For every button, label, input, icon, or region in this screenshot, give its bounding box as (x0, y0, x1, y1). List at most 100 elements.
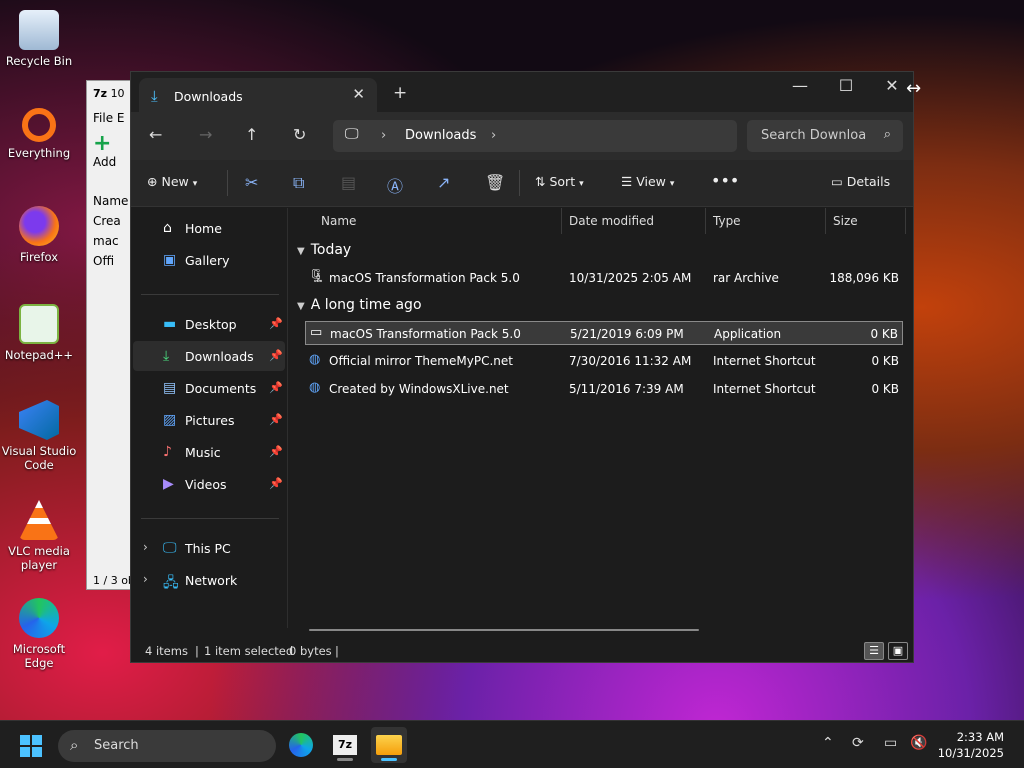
chevron-down-icon: ▼ (297, 301, 305, 312)
desktop-icon-firefox[interactable]: Firefox (1, 206, 77, 264)
rename-icon[interactable]: Ⓐ (387, 173, 403, 197)
forward-arrow-icon[interactable]: → (199, 125, 212, 144)
table-row[interactable]: ◍ Created by WindowsXLive.net 5/11/2016 … (305, 377, 903, 401)
resize-cursor-icon: ↔ (906, 78, 922, 99)
sidebar-item-desktop[interactable]: ▬ Desktop 📌 (133, 309, 285, 339)
desktop-icon-vlc[interactable]: VLC media player (1, 500, 77, 572)
more-options-icon[interactable]: ••• (711, 171, 739, 190)
back-arrow-icon[interactable]: ← (149, 125, 162, 144)
desktop-icon-recycle-bin[interactable]: Recycle Bin (1, 10, 77, 68)
tab-downloads[interactable]: ⤓ Downloads ✕ (139, 78, 377, 112)
taskbar-search[interactable]: ⌕ Search (58, 730, 276, 762)
desktop-icon-label: Visual Studio Code (1, 444, 77, 472)
new-tab-button[interactable]: + (393, 83, 407, 103)
pin-icon[interactable]: 📌 (269, 381, 283, 394)
column-header-size[interactable]: Size (833, 214, 858, 228)
horizontal-scrollbar[interactable] (309, 629, 699, 631)
this-pc-icon: 🖵 (163, 540, 177, 556)
table-row[interactable]: ◍ Official mirror ThemeMyPC.net 7/30/201… (305, 349, 903, 373)
start-button[interactable] (20, 735, 42, 757)
taskbar-7zip[interactable]: 7z (327, 727, 363, 763)
breadcrumb[interactable]: 🖵 › Downloads › (333, 120, 737, 152)
clock-date: 10/31/2025 (937, 746, 1004, 760)
table-row[interactable]: 🗜 macOS Transformation Pack 5.0 10/31/20… (305, 266, 903, 290)
cut-icon[interactable]: ✂ (245, 173, 258, 192)
group-header-today[interactable]: ▼ Today (297, 242, 351, 258)
desktop-icon-label: Everything (7, 146, 71, 160)
column-header-type[interactable]: Type (713, 214, 741, 228)
taskbar-file-explorer[interactable] (371, 727, 407, 763)
music-icon: ♪ (163, 444, 172, 460)
status-selected: 1 item selected (204, 644, 294, 658)
pin-icon[interactable]: 📌 (269, 317, 283, 330)
taskbar-edge[interactable] (283, 727, 319, 763)
sidebar-item-this-pc[interactable]: › 🖵 This PC (133, 533, 285, 563)
documents-icon: ▤ (163, 380, 177, 396)
status-item-count: 4 items (145, 644, 188, 658)
desktop-icon-label: Firefox (19, 250, 59, 264)
search-input[interactable]: Search Downloa ⌕ (747, 120, 903, 152)
pictures-icon: ▨ (163, 412, 177, 428)
desktop-icon-notepadpp[interactable]: Notepad++ (1, 304, 77, 362)
maximize-button[interactable]: ☐ (823, 76, 869, 95)
details-button[interactable]: ▭ Details (831, 174, 890, 189)
tiles-view-icon[interactable]: ▣ (888, 642, 908, 660)
up-arrow-icon[interactable]: ↑ (245, 125, 258, 144)
pin-icon[interactable]: 📌 (269, 349, 283, 362)
sidebar-item-gallery[interactable]: ▣ Gallery (133, 245, 285, 275)
sidebar-item-documents[interactable]: ▤ Documents 📌 (133, 373, 285, 403)
desktop-icon: ▬ (163, 316, 177, 332)
chevron-right-icon[interactable]: › (381, 128, 386, 143)
column-header-name[interactable]: Name (321, 214, 356, 228)
status-bytes: 0 bytes (289, 644, 332, 658)
everything-icon (22, 108, 56, 142)
volume-muted-icon[interactable]: 🔇 (910, 735, 927, 751)
sidebar-item-music[interactable]: ♪ Music 📌 (133, 437, 285, 467)
sidebar-item-videos[interactable]: ▶ Videos 📌 (133, 469, 285, 499)
pin-icon[interactable]: 📌 (269, 477, 283, 490)
pin-icon[interactable]: 📌 (269, 413, 283, 426)
chevron-right-icon[interactable]: › (491, 128, 496, 143)
table-row[interactable]: ▭ macOS Transformation Pack 5.0 5/21/201… (305, 321, 903, 345)
desktop-icon-label: Notepad++ (4, 348, 74, 362)
desktop-icon-label: VLC media player (8, 544, 70, 572)
title-bar[interactable]: ⤓ Downloads ✕ + — ☐ ✕ (131, 72, 913, 112)
chevron-right-icon[interactable]: › (143, 540, 148, 554)
file-explorer-window[interactable]: ⤓ Downloads ✕ + — ☐ ✕ ← → ↑ ↻ 🖵 › Downlo… (130, 71, 914, 663)
breadcrumb-downloads[interactable]: Downloads (405, 128, 476, 143)
group-header-long-time-ago[interactable]: ▼ A long time ago (297, 297, 422, 313)
delete-icon[interactable]: 🗑 (485, 173, 505, 192)
tab-label: Downloads (174, 89, 243, 104)
column-header-date[interactable]: Date modified (569, 214, 654, 228)
notepadpp-icon (19, 304, 59, 344)
chevron-up-icon[interactable]: ⌃ (822, 735, 834, 751)
pin-icon[interactable]: 📌 (269, 445, 283, 458)
sort-button[interactable]: ⇅ Sort ▾ (535, 174, 584, 189)
desktop-icon-everything[interactable]: Everything (1, 108, 77, 160)
chevron-right-icon[interactable]: › (143, 572, 148, 586)
desktop-icon-label: Recycle Bin (5, 54, 73, 68)
close-tab-icon[interactable]: ✕ (352, 85, 365, 103)
details-view-icon[interactable]: ☰ (864, 642, 884, 660)
paste-icon[interactable]: ▤ (341, 173, 356, 192)
display-icon[interactable]: ▭ (884, 735, 897, 751)
sidebar-item-downloads[interactable]: ⤓ Downloads 📌 (133, 341, 285, 371)
share-icon[interactable]: ↗ (437, 173, 450, 192)
minimize-button[interactable]: — (777, 76, 823, 95)
view-button[interactable]: ☰ View ▾ (621, 174, 674, 189)
column-headers: Name Date modified Type Size (289, 208, 913, 234)
copy-icon[interactable]: ⧉ (293, 173, 304, 193)
videos-icon: ▶ (163, 476, 174, 492)
sync-icon[interactable]: ⟳ (852, 735, 864, 751)
new-button[interactable]: ⊕ New ▾ (147, 174, 197, 189)
gallery-icon: ▣ (163, 252, 177, 268)
chevron-down-icon: ▾ (669, 179, 675, 189)
refresh-icon[interactable]: ↻ (293, 125, 306, 144)
clock[interactable]: 2:33 AM 10/31/2025 (938, 729, 1004, 761)
desktop-icon-edge[interactable]: Microsoft Edge (1, 598, 77, 670)
desktop-icon-vscode[interactable]: Visual Studio Code (1, 400, 77, 472)
sidebar-item-pictures[interactable]: ▨ Pictures 📌 (133, 405, 285, 435)
sidebar-item-network[interactable]: › 🖧 Network (133, 565, 285, 595)
sidebar-item-home[interactable]: ⌂ Home (133, 213, 285, 243)
search-placeholder: Search Downloa (761, 128, 867, 143)
